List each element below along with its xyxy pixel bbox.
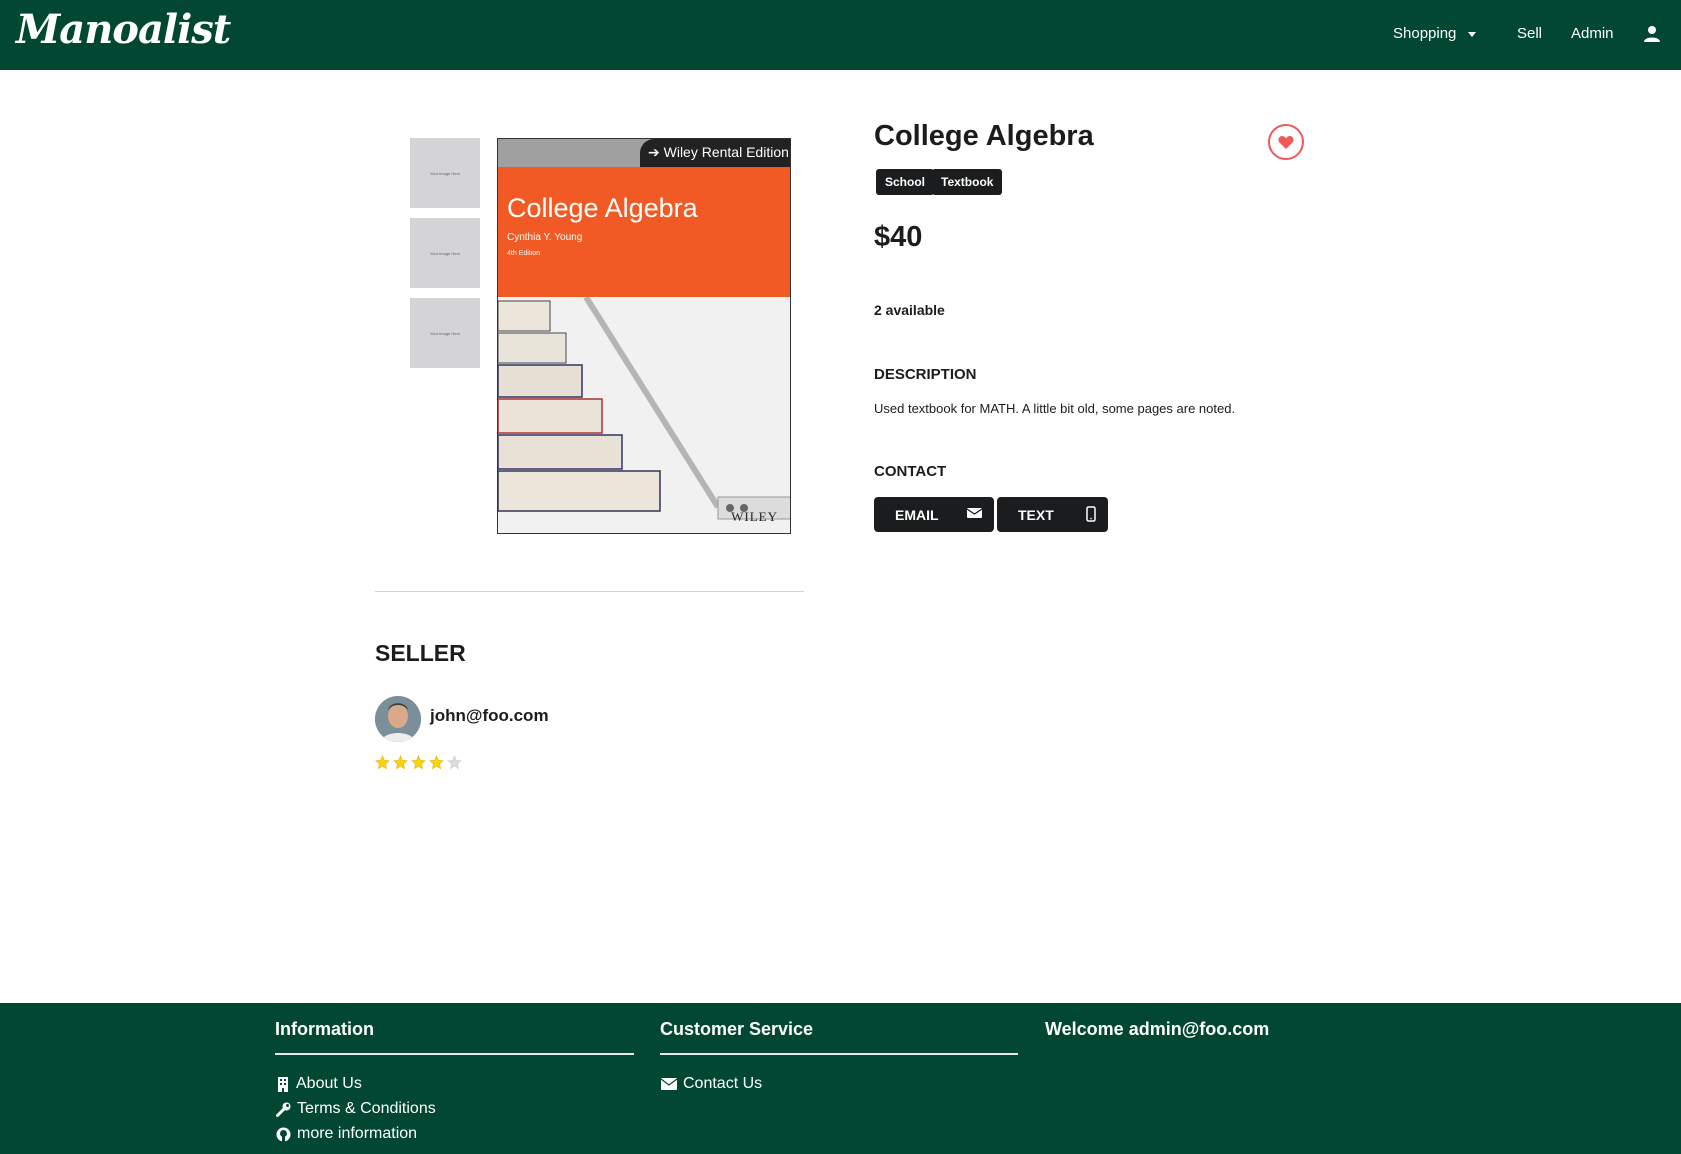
text-button-label: TEXT <box>1018 506 1054 523</box>
star-filled-icon <box>393 755 408 770</box>
star-filled-icon <box>375 755 390 770</box>
email-button-label: EMAIL <box>895 506 939 523</box>
section-divider <box>375 591 804 592</box>
footer-welcome-text: Welcome admin@foo.com <box>1045 1019 1270 1039</box>
book-stack-illustration <box>498 297 790 533</box>
nav-admin-link[interactable]: Admin <box>1571 25 1614 42</box>
description-heading: DESCRIPTION <box>874 366 977 383</box>
footer-terms-link[interactable]: Terms & Conditions <box>276 1100 436 1118</box>
footer-rule <box>660 1053 1018 1055</box>
top-navbar: Manoalist Shopping Sell Admin <box>0 0 1681 70</box>
thumbnail-image[interactable]: Your Image Here <box>410 218 480 288</box>
seller-avatar[interactable] <box>375 696 421 742</box>
seller-email[interactable]: john@foo.com <box>430 706 549 726</box>
star-filled-icon <box>429 755 444 770</box>
cover-author: Cynthia Y. Young <box>507 232 583 243</box>
site-logo[interactable]: Manoalist <box>16 6 231 53</box>
heart-icon <box>1278 136 1294 149</box>
cover-title: College Algebra <box>507 193 698 223</box>
wrench-icon <box>276 1102 291 1117</box>
star-empty-icon <box>447 755 462 770</box>
star-filled-icon <box>411 755 426 770</box>
email-button[interactable]: EMAIL <box>874 497 994 532</box>
nav-shopping-label: Shopping <box>1393 25 1457 42</box>
cover-series-label: ➔ Wiley Rental Edition <box>640 139 790 167</box>
availability-text: 2 available <box>874 302 945 318</box>
seller-rating <box>375 755 462 770</box>
product-title: College Algebra <box>874 120 1094 152</box>
description-text: Used textbook for MATH. A little bit old… <box>874 401 1236 416</box>
footer-contact-link[interactable]: Contact Us <box>661 1075 762 1093</box>
mobile-phone-icon <box>1086 506 1096 522</box>
seller-heading: SELLER <box>375 640 466 666</box>
text-button[interactable]: TEXT <box>997 497 1108 532</box>
footer-information-title: Information <box>275 1019 374 1039</box>
footer-more-link[interactable]: more information <box>276 1125 417 1143</box>
favorite-button[interactable] <box>1268 124 1304 160</box>
tag-badge: School <box>876 169 935 195</box>
nav-shopping-dropdown[interactable]: Shopping <box>1393 25 1477 42</box>
contact-heading: CONTACT <box>874 463 947 480</box>
cover-edition: 4th Edition <box>507 250 541 257</box>
thumbnail-image[interactable]: Your Image Here <box>410 298 480 368</box>
envelope-icon <box>661 1078 677 1090</box>
nav-sell-link[interactable]: Sell <box>1517 25 1542 42</box>
cover-publisher: WILEY <box>731 509 778 524</box>
github-icon <box>276 1127 291 1142</box>
footer-about-link[interactable]: About Us <box>276 1075 362 1093</box>
product-price: $40 <box>874 221 923 253</box>
caret-down-icon <box>1468 31 1477 37</box>
thumbnail-image[interactable]: Your Image Here <box>410 138 480 208</box>
envelope-icon <box>967 508 982 518</box>
user-icon[interactable] <box>1643 25 1661 43</box>
building-icon <box>278 1077 288 1092</box>
tag-badge: Textbook <box>932 169 1003 195</box>
footer-customer-title: Customer Service <box>660 1019 814 1039</box>
footer-rule <box>275 1053 634 1055</box>
footer: Information About Us Terms & Conditions … <box>0 1003 1681 1154</box>
main-product-image: ➔ Wiley Rental Edition College Algebra C… <box>497 138 791 534</box>
